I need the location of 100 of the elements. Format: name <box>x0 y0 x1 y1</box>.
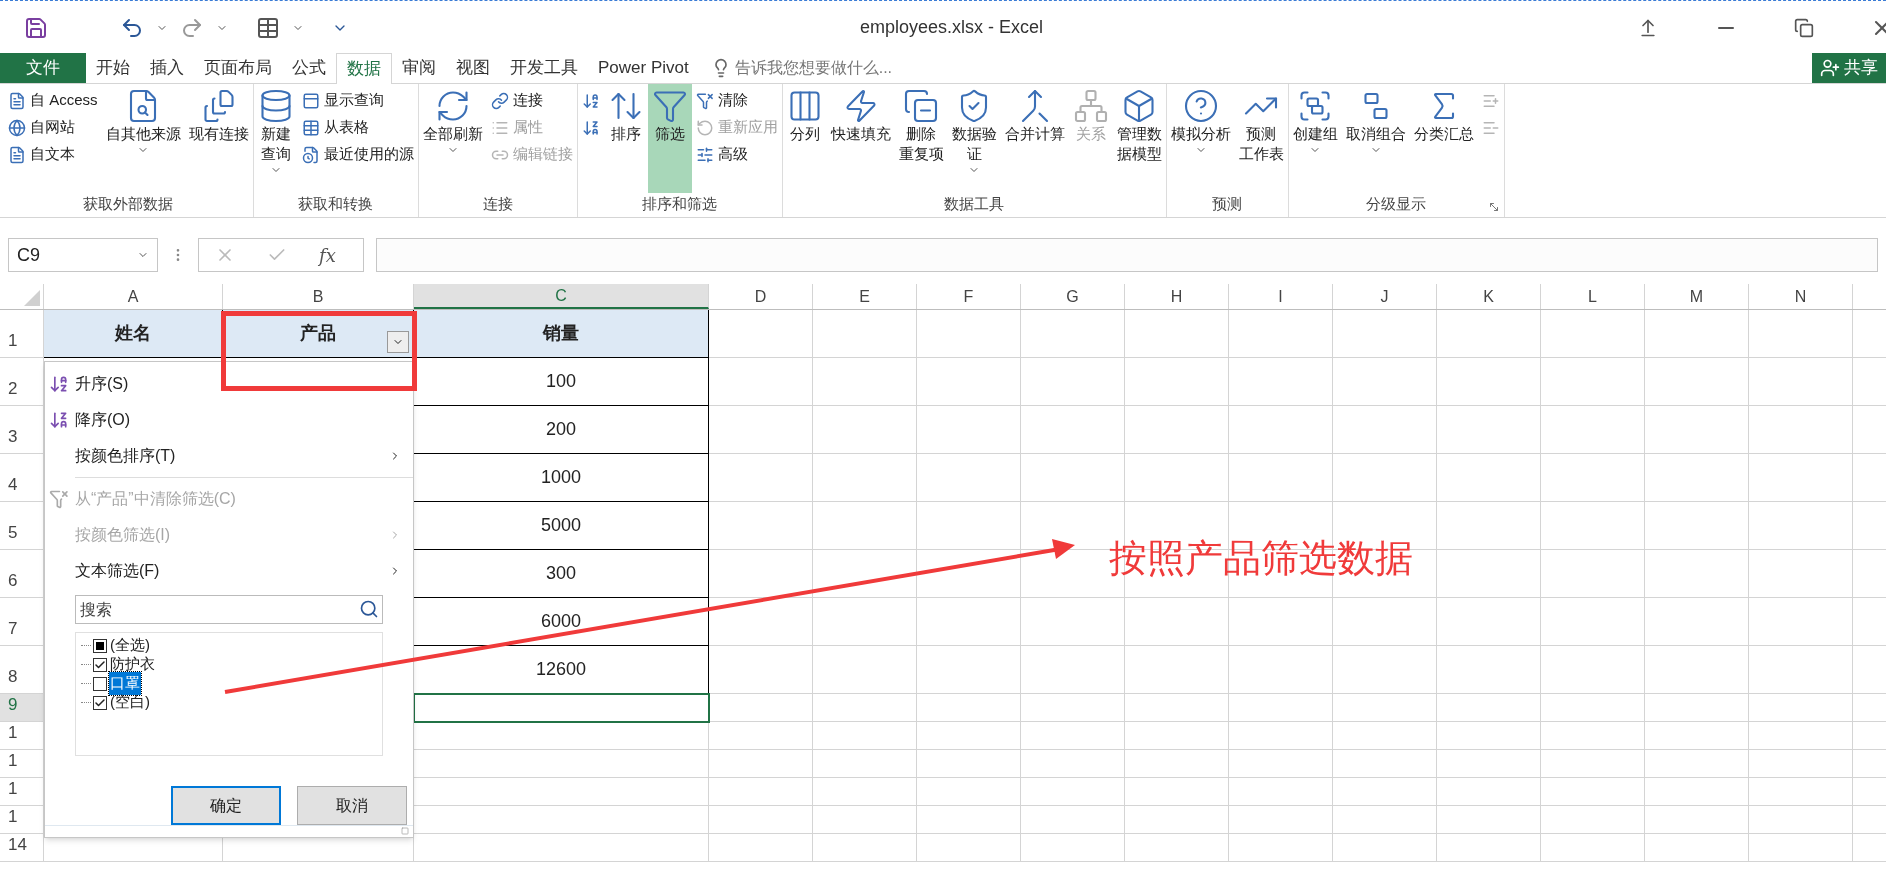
column-header[interactable]: J <box>1333 284 1437 309</box>
row-header[interactable]: 9 <box>0 694 44 722</box>
network-icon <box>1072 88 1109 124</box>
column-header[interactable]: N <box>1749 284 1853 309</box>
ribbon-button[interactable]: 高级 <box>695 142 778 167</box>
save-icon[interactable] <box>24 15 48 40</box>
cube-icon <box>1121 88 1157 124</box>
ribbon-tab[interactable]: 视图 <box>446 53 500 83</box>
ribbon-button[interactable]: 分列 <box>782 84 827 193</box>
column-header[interactable]: C <box>414 284 709 309</box>
column-header[interactable]: H <box>1125 284 1229 309</box>
ribbon-button[interactable]: 从表格 <box>301 115 414 140</box>
document-icon <box>8 145 26 164</box>
menu-item[interactable]: 按颜色排序(T) <box>45 438 413 474</box>
form-icon[interactable] <box>256 15 280 40</box>
tell-me-field[interactable]: 告诉我您想要做什么... <box>734 56 935 80</box>
ribbon-tab[interactable]: 数据 <box>336 53 392 84</box>
check-icon <box>94 696 106 709</box>
ribbon-button[interactable]: 创建组 <box>1288 84 1342 193</box>
button-label: 分类汇总 <box>1413 124 1474 144</box>
partial-square-icon <box>96 641 104 650</box>
ribbon-button[interactable]: 排序 <box>603 84 648 193</box>
column-header[interactable]: A <box>44 284 223 309</box>
ribbon-button[interactable]: 分类汇总 <box>1409 84 1478 193</box>
ribbon-tab[interactable]: 开发工具 <box>500 53 588 83</box>
dialog-button[interactable]: 取消 <box>297 786 407 826</box>
column-header[interactable]: E <box>813 284 917 309</box>
checkbox[interactable] <box>93 695 107 710</box>
share-button[interactable]: 共享 <box>1812 53 1886 83</box>
ribbon-button[interactable]: 显示查询 <box>301 88 414 113</box>
ribbon-button[interactable]: 模拟分析 <box>1166 84 1235 193</box>
ribbon-tab[interactable]: 审阅 <box>392 53 446 83</box>
checkbox[interactable] <box>93 657 107 672</box>
checkbox[interactable] <box>93 676 107 691</box>
name-box[interactable]: C9 <box>8 238 158 272</box>
resize-grip-icon[interactable] <box>401 827 409 835</box>
ribbon-button[interactable]: 合并计算 <box>1000 84 1069 193</box>
clear-filter-icon <box>695 91 714 110</box>
ribbon-button[interactable]: 最近使用的源 <box>301 142 414 167</box>
ribbon-button[interactable]: 连接 <box>490 88 573 113</box>
button-label: 数据验 <box>951 124 997 144</box>
ribbon-button[interactable]: 新建 查询 <box>253 84 298 193</box>
ribbon-tab[interactable]: 插入 <box>140 53 194 83</box>
ribbon-button[interactable]: 数据验 证 <box>947 84 1001 193</box>
ribbon-button[interactable]: 自网站 <box>8 115 98 140</box>
button-label: 快速填充 <box>830 124 891 144</box>
restore-icon[interactable] <box>1794 17 1814 38</box>
sort-descending-icon <box>581 118 600 137</box>
ribbon-button[interactable]: 删除 重复项 <box>894 84 948 193</box>
insert-function-button[interactable]: fx <box>319 241 336 269</box>
ribbon-button[interactable]: 取消组合 <box>1341 84 1410 193</box>
button-label: 证 <box>966 144 982 164</box>
file-tab[interactable]: 文件 <box>0 53 86 83</box>
column-header[interactable]: M <box>1645 284 1749 309</box>
checkbox[interactable] <box>93 638 107 653</box>
column-header[interactable]: K <box>1437 284 1541 309</box>
filter-icon <box>651 88 688 124</box>
group-label: 分级显示 <box>1366 194 1426 214</box>
ribbon-button[interactable]: 全部刷新 <box>418 84 487 193</box>
ribbon-button[interactable]: 管理数 据模型 <box>1112 84 1166 193</box>
menu-item-label: 降序(O) <box>75 410 131 430</box>
button-label: 据模型 <box>1116 144 1162 164</box>
ribbon-button[interactable]: 现有连接 <box>184 84 253 193</box>
button-label: 模拟分析 <box>1170 124 1231 144</box>
ribbon-button[interactable]: 清除 <box>695 88 778 113</box>
dialog-button[interactable]: 确定 <box>171 786 281 826</box>
column-header[interactable]: L <box>1541 284 1645 309</box>
menu-item-label: 文本筛选(F) <box>75 561 160 581</box>
ribbon-tab[interactable]: Power Pivot <box>588 53 699 83</box>
ribbon-tab[interactable]: 页面布局 <box>194 53 282 83</box>
column-header[interactable]: F <box>917 284 1021 309</box>
row-header[interactable]: 14 <box>0 834 44 862</box>
button-label: 合并计算 <box>1004 124 1065 144</box>
column-header[interactable]: D <box>709 284 813 309</box>
ribbon-button[interactable]: 预测 工作表 <box>1234 84 1288 193</box>
table-icon <box>301 118 320 137</box>
column-header[interactable]: I <box>1229 284 1333 309</box>
group-label: 获取和转换 <box>298 194 373 214</box>
ribbon-button[interactable]: 自文本 <box>8 142 98 167</box>
ribbon-button[interactable]: 快速填充 <box>826 84 895 193</box>
document-clock-icon <box>301 145 320 164</box>
ribbon-button[interactable]: 筛选 <box>647 84 692 193</box>
menu-item[interactable]: 升序(S) <box>45 366 413 402</box>
ribbon-button[interactable]: 自其他来源 <box>101 84 185 193</box>
value-label[interactable]: 口罩 <box>109 672 141 695</box>
column-header[interactable]: G <box>1021 284 1125 309</box>
ribbon-display-icon[interactable] <box>1638 17 1658 38</box>
button-label: 关系 <box>1075 124 1106 144</box>
button-label: 重复项 <box>898 144 944 164</box>
button-label: 筛选 <box>654 124 685 144</box>
button-label: 预测 <box>1246 124 1276 144</box>
ribbon-tab[interactable]: 公式 <box>282 53 336 83</box>
dialog-launcher-icon[interactable] <box>1487 201 1500 213</box>
search-field[interactable]: 搜索 <box>75 595 383 624</box>
selected-cell[interactable] <box>414 694 709 722</box>
formula-input[interactable] <box>376 238 1878 272</box>
menu-item[interactable]: 文本筛选(F) <box>45 553 413 589</box>
menu-item[interactable]: 降序(O) <box>45 402 413 438</box>
ribbon-tab[interactable]: 开始 <box>86 53 140 83</box>
ribbon-button[interactable]: 自 Access <box>8 88 98 113</box>
